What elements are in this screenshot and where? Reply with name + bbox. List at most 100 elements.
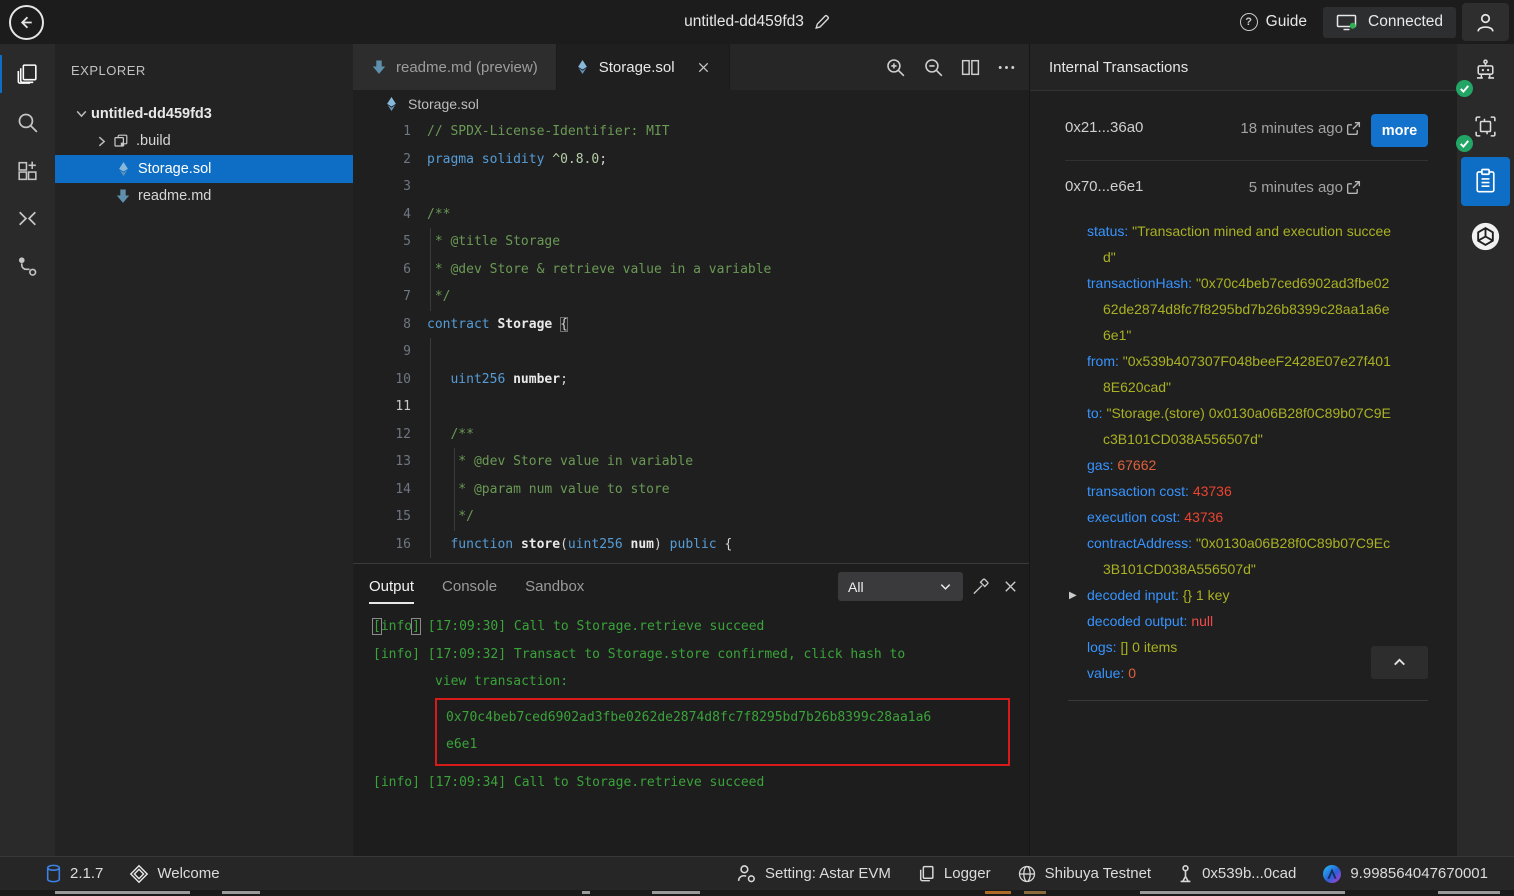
indent-guide	[430, 393, 431, 421]
collapse-panels-button[interactable]	[0, 194, 55, 242]
explorer-button[interactable]	[0, 50, 55, 98]
external-link-icon[interactable]	[1345, 179, 1362, 196]
code-text: * @param num value to store	[427, 476, 670, 504]
code-text: uint256 number;	[427, 366, 568, 394]
search-button[interactable]	[0, 98, 55, 146]
code-line: 13 * @dev Store value in variable	[353, 448, 1029, 476]
search-icon	[15, 110, 40, 135]
plugins-button[interactable]	[0, 146, 55, 194]
openai-icon	[1470, 221, 1501, 252]
code-text: // SPDX-License-Identifier: MIT	[427, 118, 670, 146]
clear-logs-icon[interactable]	[971, 577, 990, 596]
success-check-badge	[1456, 135, 1473, 152]
status-logger[interactable]: Logger	[917, 864, 991, 883]
back-button[interactable]	[9, 5, 44, 40]
breadcrumb[interactable]: Storage.sol	[353, 90, 1029, 118]
zoom-out-icon[interactable]	[922, 56, 945, 79]
line-number: 8	[353, 311, 427, 339]
code-text: */	[427, 503, 474, 531]
code-line: 5 * @title Storage	[353, 228, 1029, 256]
status-welcome[interactable]: Welcome	[129, 864, 219, 884]
transactions-panel-title: Internal Transactions	[1030, 44, 1457, 91]
statusbar: 2.1.7 Welcome Setting: Astar EVM Logger Shi…	[0, 856, 1514, 890]
indent-guide	[454, 503, 455, 531]
detail-row-transaction-cost: transaction cost: 43736	[1087, 478, 1393, 504]
output-tab-output[interactable]: Output	[369, 578, 414, 595]
close-tab-icon[interactable]	[696, 60, 711, 75]
indent-guide	[430, 228, 431, 256]
tab-Storage-sol[interactable]: Storage.sol	[557, 44, 730, 90]
code-editor[interactable]: 1// SPDX-License-Identifier: MIT2pragma …	[353, 118, 1029, 558]
chevron-up-icon	[1391, 654, 1408, 671]
line-number: 10	[353, 366, 427, 394]
status-label: Logger	[944, 865, 991, 882]
avatar-button[interactable]	[1462, 3, 1509, 41]
indent-guide	[430, 283, 431, 311]
line-number: 9	[353, 338, 427, 366]
tree-item--build[interactable]: .build	[55, 128, 353, 156]
more-actions-icon[interactable]	[996, 57, 1017, 78]
titlebar-actions: ? Guide Connected	[1240, 0, 1456, 44]
connected-label: Connected	[1368, 13, 1443, 31]
status-balance[interactable]: 9.998564047670001	[1322, 864, 1488, 884]
tree-item-Storage-sol[interactable]: Storage.sol	[55, 155, 353, 183]
more-button[interactable]: more	[1371, 114, 1428, 147]
rename-pencil-icon[interactable]	[813, 14, 830, 31]
tab-readme-md-preview-[interactable]: readme.md (preview)	[353, 44, 557, 90]
detail-row-gas: gas: 67662	[1087, 452, 1393, 478]
output-tab-sandbox[interactable]: Sandbox	[525, 578, 584, 595]
solidity-file-icon	[575, 59, 590, 75]
split-editor-icon[interactable]	[960, 57, 981, 78]
chevron-down-icon	[938, 579, 953, 594]
output-tab-console[interactable]: Console	[442, 578, 497, 595]
plugin-icon	[15, 158, 40, 183]
indent-guide	[430, 366, 431, 394]
zoom-in-icon[interactable]	[884, 56, 907, 79]
log-filter-select[interactable]: All	[838, 572, 963, 601]
tree-root-folder[interactable]: untitled-dd459fd3	[55, 100, 353, 128]
copy-icon	[917, 864, 936, 883]
assistant-button[interactable]	[1461, 47, 1510, 96]
transaction-hash-short[interactable]: 0x21...36a0	[1065, 119, 1143, 136]
account-gear-icon	[736, 863, 757, 884]
status-setting[interactable]: Setting: Astar EVM	[736, 863, 891, 884]
tree-item-readme-md[interactable]: readme.md	[55, 183, 353, 211]
compile-button[interactable]	[1461, 102, 1510, 151]
transaction-hash-link[interactable]: 0x70c4beb7ced6902ad3fbe0262de2874d8fc7f8…	[446, 704, 938, 759]
transaction-row[interactable]: 0x70...e6e1 5 minutes ago	[1065, 161, 1428, 219]
connected-button[interactable]: Connected	[1323, 7, 1456, 38]
tab-label: readme.md (preview)	[396, 59, 538, 76]
wallet-pin-icon	[1177, 864, 1194, 883]
line-number: 7	[353, 283, 427, 311]
guide-button[interactable]: ? Guide	[1240, 13, 1307, 31]
astar-token-icon	[1322, 864, 1342, 884]
expander-triangle-icon[interactable]: ▶	[1069, 583, 1077, 609]
status-label: 2.1.7	[70, 865, 103, 882]
openai-button[interactable]	[1461, 212, 1510, 261]
output-panel: Output Console Sandbox All [info] [17:09:3…	[353, 563, 1029, 856]
transaction-hash-short[interactable]: 0x70...e6e1	[1065, 178, 1143, 195]
transaction-time: 5 minutes ago	[1175, 179, 1343, 196]
ide-window: untitled-dd459fd3 ? Guide Connected	[0, 0, 1514, 896]
transaction-row[interactable]: 0x21...36a018 minutes agomore	[1065, 102, 1428, 161]
transactions-button[interactable]	[1461, 157, 1510, 206]
log-output: [info] [17:09:30] Call to Storage.retrie…	[353, 608, 1029, 796]
indent-guide	[454, 476, 455, 504]
close-panel-icon[interactable]	[1002, 578, 1019, 595]
chevron-right-icon	[94, 134, 109, 149]
status-label: Welcome	[157, 865, 219, 882]
tree-root-label: untitled-dd459fd3	[91, 106, 212, 122]
collapse-details-button[interactable]	[1371, 646, 1428, 679]
code-line: 8contract Storage {	[353, 311, 1029, 339]
status-account[interactable]: 0x539b...0cad	[1177, 864, 1296, 883]
status-label: 0x539b...0cad	[1202, 865, 1296, 882]
status-network[interactable]: Shibuya Testnet	[1017, 864, 1151, 884]
compile-icon	[1472, 113, 1499, 140]
code-line: 14 * @param num value to store	[353, 476, 1029, 504]
git-button[interactable]	[0, 242, 55, 290]
detail-row-decoded-input[interactable]: ▶decoded input: {} 1 key	[1087, 582, 1393, 608]
line-number: 11	[353, 393, 427, 421]
output-panel-tabs: Output Console Sandbox All	[353, 564, 1029, 608]
status-version[interactable]: 2.1.7	[45, 864, 103, 883]
external-link-icon[interactable]	[1345, 120, 1362, 137]
